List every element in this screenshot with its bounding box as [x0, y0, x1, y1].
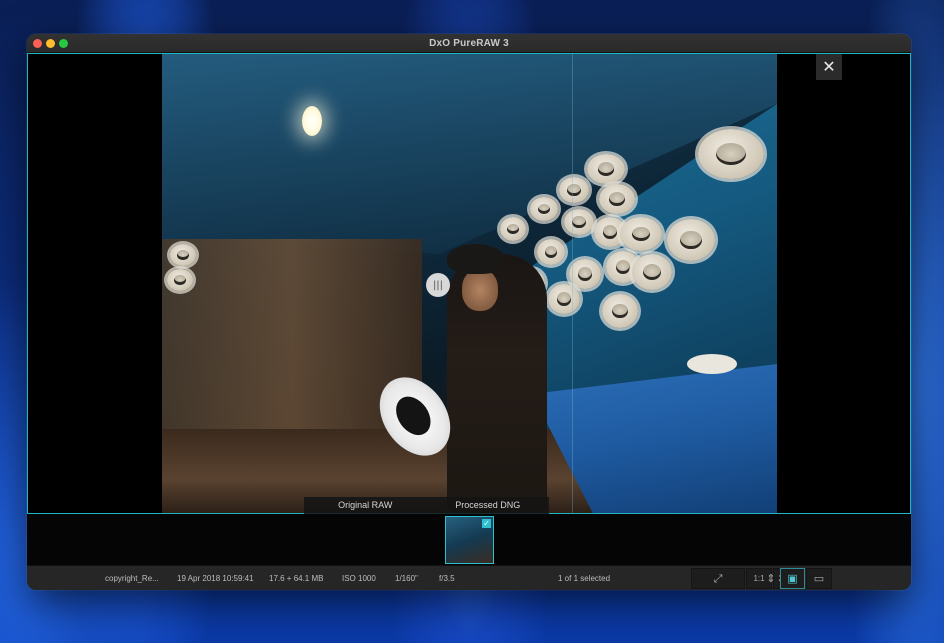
app-window: DxO PureRAW 3 ||| ✕ Original RAW Process… — [27, 34, 911, 590]
photo-preview[interactable] — [162, 54, 777, 513]
compare-labels: Original RAW Processed DNG — [304, 497, 549, 514]
photo-hat — [587, 154, 625, 184]
filmstrip: ✓ — [27, 514, 911, 565]
processed-dng-label: Processed DNG — [455, 500, 521, 510]
photo-hat — [620, 217, 662, 251]
checkbox-checked-icon[interactable]: ✓ — [482, 519, 491, 528]
photo-hat — [530, 197, 558, 221]
photo-hat — [698, 129, 764, 179]
photo-man-hat — [447, 244, 505, 274]
photo-hat — [602, 294, 638, 328]
photo-man-face — [462, 269, 498, 311]
photo-hat — [548, 284, 580, 314]
selection-count-label: 1 of 1 selected — [558, 574, 611, 583]
shutter-speed-label: 1/160" — [395, 574, 418, 583]
side-by-side-view-icon[interactable]: ▭ — [806, 568, 832, 589]
photo-hat — [500, 217, 526, 241]
original-raw-label: Original RAW — [338, 500, 393, 510]
capture-date-label: 19 Apr 2018 10:59:41 — [177, 574, 254, 583]
filename-label: copyright_Re... — [105, 574, 159, 583]
title-bar: DxO PureRAW 3 — [27, 34, 911, 53]
photo-hat — [559, 177, 589, 203]
split-handle-icon[interactable]: ||| — [426, 273, 450, 297]
photo-hat — [167, 269, 193, 291]
file-size-label: 17.6 + 64.1 MB — [269, 574, 324, 583]
compare-split-line[interactable] — [572, 54, 573, 513]
close-icon[interactable]: ✕ — [816, 54, 842, 80]
zoom-stepper-icon[interactable]: ⇕ — [765, 568, 777, 589]
single-view-icon[interactable]: ▣ — [780, 568, 805, 589]
aperture-label: f/3.5 — [439, 574, 455, 583]
photo-hat — [569, 259, 601, 289]
photo-plates — [687, 354, 737, 374]
photo-hat — [170, 244, 196, 266]
photo-hat — [667, 219, 715, 261]
window-title: DxO PureRAW 3 — [429, 38, 509, 49]
photo-hat — [564, 209, 594, 235]
status-bar: copyright_Re... 19 Apr 2018 10:59:41 17.… — [27, 565, 911, 590]
image-viewer[interactable]: ||| ✕ Original RAW Processed DNG — [27, 53, 911, 514]
photo-light-bulb — [302, 106, 322, 136]
fit-to-screen-icon[interactable]: ⤢ — [691, 568, 745, 589]
photo-hat — [599, 184, 635, 214]
photo-hat — [537, 239, 565, 265]
photo-hat — [632, 254, 672, 290]
iso-label: ISO 1000 — [342, 574, 376, 583]
image-thumbnail[interactable]: ✓ — [445, 516, 494, 564]
